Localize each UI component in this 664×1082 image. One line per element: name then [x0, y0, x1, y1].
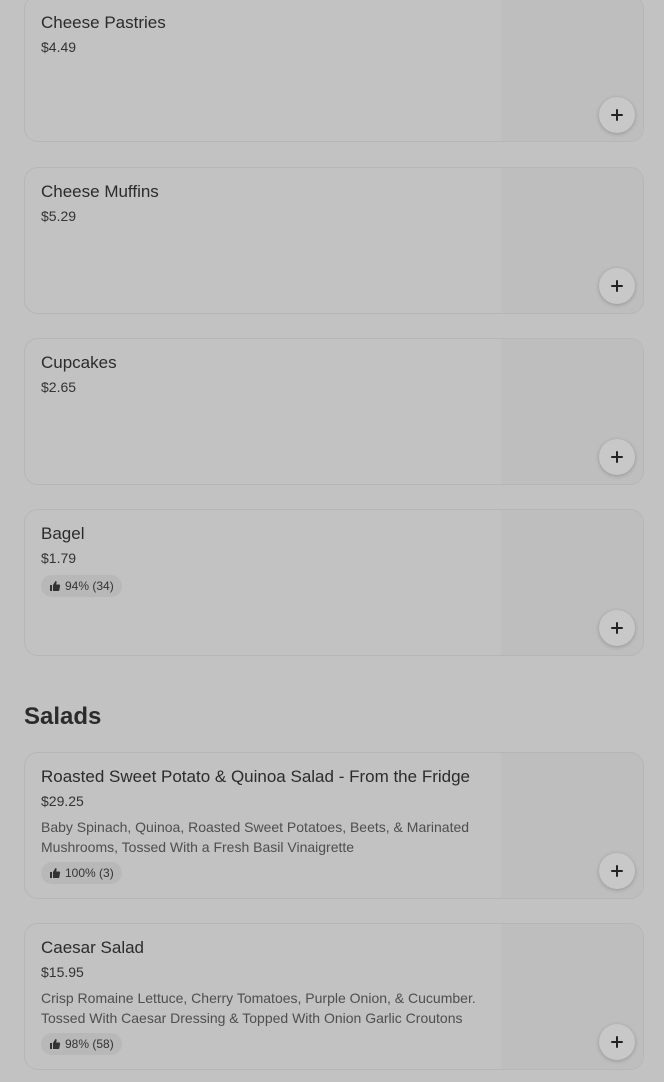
rating-badge: 100% (3) [41, 862, 122, 884]
item-description: Crisp Romaine Lettuce, Cherry Tomatoes, … [41, 990, 476, 1026]
thumbs-up-icon [49, 1038, 61, 1050]
thumbs-up-icon [49, 580, 61, 592]
menu-page: Cheese Pastries $4.49 Cheese Muffins $5.… [0, 0, 664, 1082]
item-name: Caesar Salad [41, 938, 145, 957]
menu-list-bakery-3: Cupcakes $2.65 [24, 338, 644, 485]
menu-list-bakery-4: Bagel $1.79 94% (34) [24, 509, 644, 656]
add-to-cart-button[interactable] [599, 268, 635, 304]
rating-badge: 98% (58) [41, 1033, 122, 1055]
plus-icon [611, 865, 623, 877]
rating-text: 98% (58) [65, 1037, 114, 1051]
thumbs-up-icon [49, 867, 61, 879]
plus-icon [611, 280, 623, 292]
menu-item-card[interactable]: Roasted Sweet Potato & Quinoa Salad - Fr… [24, 752, 644, 899]
item-price: $1.79 [41, 550, 77, 566]
menu-item-card[interactable]: Caesar Salad $15.95 Crisp Romaine Lettuc… [24, 923, 644, 1070]
menu-list-salads-2: Caesar Salad $15.95 Crisp Romaine Lettuc… [24, 923, 644, 1070]
menu-list-salads: Roasted Sweet Potato & Quinoa Salad - Fr… [24, 752, 644, 899]
menu-item-card[interactable]: Cheese Pastries $4.49 [24, 0, 644, 142]
menu-list-bakery-2: Cheese Muffins $5.29 [24, 167, 644, 314]
plus-icon [611, 1036, 623, 1048]
plus-icon [611, 109, 623, 121]
rating-badge: 94% (34) [41, 575, 122, 597]
plus-icon [611, 622, 623, 634]
item-name: Bagel [41, 524, 85, 543]
item-price: $2.65 [41, 379, 77, 395]
item-price: $4.49 [41, 39, 77, 55]
add-to-cart-button[interactable] [599, 1024, 635, 1060]
item-price: $5.29 [41, 208, 77, 224]
item-name: Cupcakes [41, 353, 117, 372]
item-description: Baby Spinach, Quinoa, Roasted Sweet Pota… [41, 819, 470, 855]
item-name: Cheese Muffins [41, 182, 159, 201]
plus-icon [611, 451, 623, 463]
menu-item-card[interactable]: Cheese Muffins $5.29 [24, 167, 644, 314]
rating-text: 94% (34) [65, 579, 114, 593]
menu-item-card[interactable]: Cupcakes $2.65 [24, 338, 644, 485]
item-name: Roasted Sweet Potato & Quinoa Salad - Fr… [41, 767, 471, 786]
rating-text: 100% (3) [65, 866, 114, 880]
add-to-cart-button[interactable] [599, 853, 635, 889]
add-to-cart-button[interactable] [599, 97, 635, 133]
add-to-cart-button[interactable] [599, 610, 635, 646]
section-title-salads: Salads [24, 703, 102, 730]
menu-item-card[interactable]: Bagel $1.79 94% (34) [24, 509, 644, 656]
item-name: Cheese Pastries [41, 13, 166, 32]
menu-list-bakery: Cheese Pastries $4.49 [24, 0, 644, 142]
add-to-cart-button[interactable] [599, 439, 635, 475]
item-price: $15.95 [41, 964, 84, 980]
item-price: $29.25 [41, 793, 84, 809]
